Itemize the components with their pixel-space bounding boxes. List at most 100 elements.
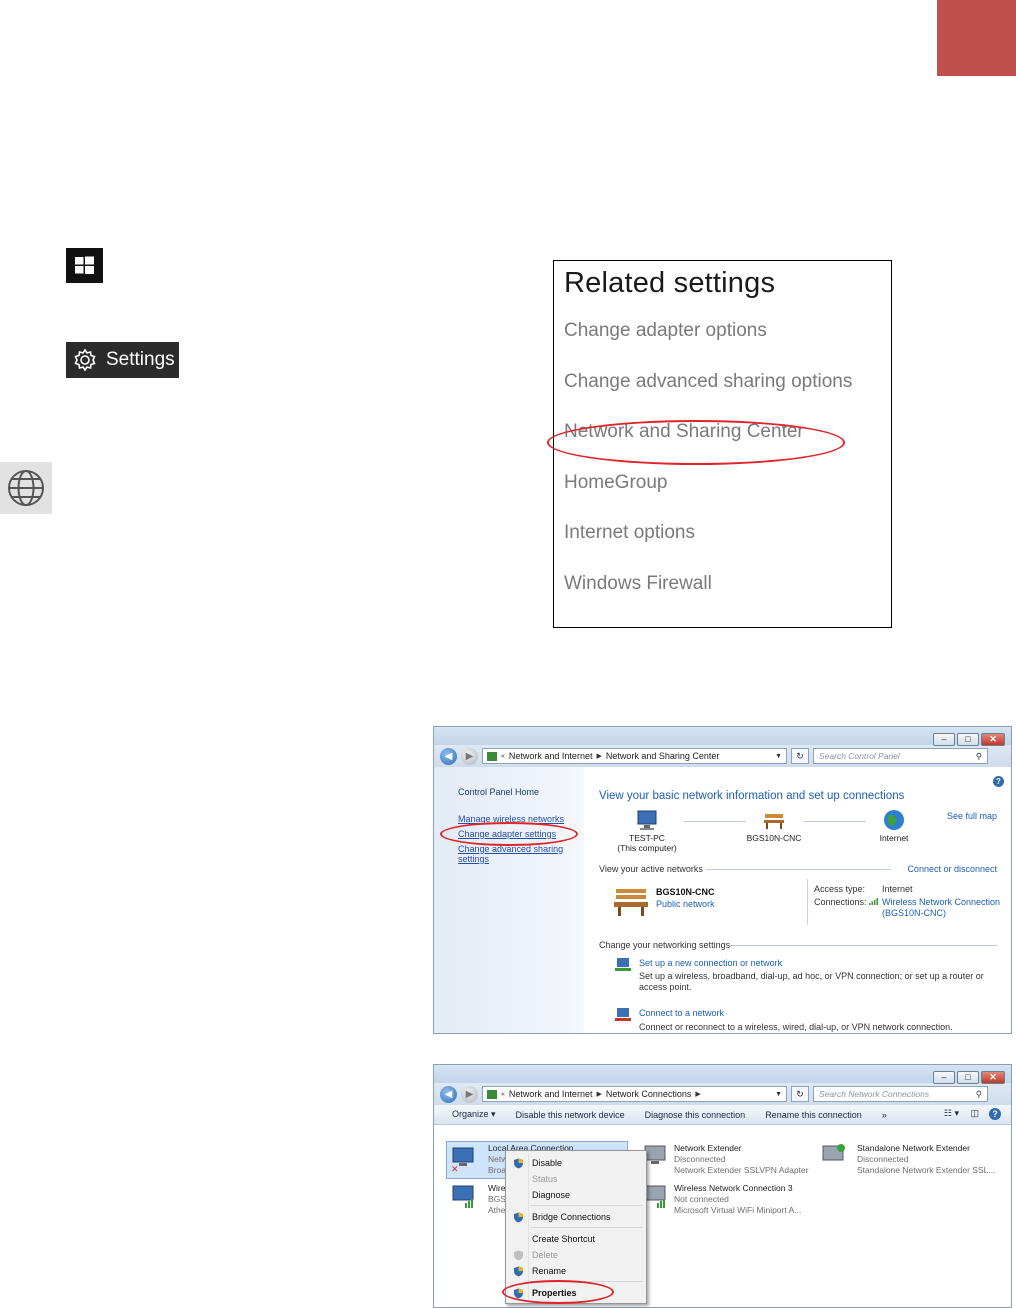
shield-icon xyxy=(514,1250,523,1261)
view-options-icon[interactable]: ☷ ▾ xyxy=(944,1108,959,1119)
sidebar-item-advanced-sharing[interactable]: Change advanced sharing settings xyxy=(458,844,568,864)
chevron-down-icon[interactable]: ▼ xyxy=(775,753,782,760)
preview-pane-icon[interactable]: ◫ xyxy=(970,1108,979,1119)
help-icon[interactable]: ? xyxy=(989,1108,1001,1120)
windows-logo-icon[interactable] xyxy=(66,248,103,283)
address-bar[interactable]: « Network and Internet ▶ Network and Sha… xyxy=(482,748,787,764)
help-icon[interactable]: ? xyxy=(993,776,1004,787)
breadcrumb-item[interactable]: Network Connections xyxy=(606,1089,692,1099)
search-input[interactable]: Search Control Panel ⚲ xyxy=(813,748,988,764)
active-networks-label: View your active networks xyxy=(599,864,703,874)
computer-icon: ✕ xyxy=(451,1147,474,1173)
minimize-button[interactable]: – xyxy=(933,733,955,746)
map-node-computer: TEST-PC (This computer) xyxy=(612,809,682,853)
close-button[interactable]: ✕ xyxy=(981,1071,1005,1084)
refresh-button[interactable]: ↻ xyxy=(791,748,809,764)
menu-item-bridge[interactable]: Bridge Connections xyxy=(532,1212,611,1222)
command-bar: Organize ▾ Disable this network device D… xyxy=(434,1105,1011,1125)
signal-bars-icon xyxy=(869,897,879,905)
connect-network-link[interactable]: Connect to a network xyxy=(639,1008,724,1018)
wireless-connection-link[interactable]: Wireless Network Connection (BGS10N-CNC) xyxy=(882,897,1002,919)
connection-wireless-3[interactable]: Wireless Network Connection 3 Not connec… xyxy=(674,1183,854,1216)
address-row: ◀ ▶ « Network and Internet ▶ Network and… xyxy=(434,745,1011,767)
address-bar[interactable]: « Network and Internet ▶ Network Connect… xyxy=(482,1086,787,1102)
context-menu: Disable Status Diagnose Bridge Connectio… xyxy=(505,1150,647,1304)
disable-device-button[interactable]: Disable this network device xyxy=(516,1110,625,1120)
menu-item-create-shortcut[interactable]: Create Shortcut xyxy=(532,1234,595,1244)
shield-icon xyxy=(514,1212,523,1223)
connect-disconnect-link[interactable]: Connect or disconnect xyxy=(907,864,997,874)
menu-item-status[interactable]: Status xyxy=(532,1174,558,1184)
breadcrumb-item[interactable]: Network and Internet xyxy=(509,1089,593,1099)
menu-item-diagnose[interactable]: Diagnose xyxy=(532,1190,570,1200)
search-input[interactable]: Search Network Connections ⚲ xyxy=(813,1086,988,1102)
related-settings-title: Related settings xyxy=(564,267,776,299)
diagnose-button[interactable]: Diagnose this connection xyxy=(645,1110,746,1120)
sidebar-item-home[interactable]: Control Panel Home xyxy=(458,787,584,797)
computer-icon xyxy=(637,810,657,830)
back-button[interactable]: ◀ xyxy=(440,747,457,765)
back-button[interactable]: ◀ xyxy=(440,1085,457,1103)
refresh-button[interactable]: ↻ xyxy=(791,1086,809,1102)
link-network-and-sharing-center[interactable]: Network and Sharing Center xyxy=(564,416,891,467)
breadcrumb-item[interactable]: Network and Sharing Center xyxy=(606,751,720,761)
address-row: ◀ ▶ « Network and Internet ▶ Network Con… xyxy=(434,1083,1011,1105)
gear-icon xyxy=(74,348,96,372)
forward-button[interactable]: ▶ xyxy=(461,747,478,765)
menu-item-rename[interactable]: Rename xyxy=(532,1266,566,1276)
shield-icon xyxy=(514,1266,523,1277)
link-change-advanced-sharing-options[interactable]: Change advanced sharing options xyxy=(564,366,891,417)
network-name: BGS10N-CNC xyxy=(656,887,715,897)
connections-label: Connections: xyxy=(814,897,867,907)
page-heading: View your basic network information and … xyxy=(599,790,905,802)
connect-network-icon xyxy=(615,1008,631,1021)
map-node-internet: Internet xyxy=(869,809,919,843)
menu-item-delete[interactable]: Delete xyxy=(532,1250,558,1260)
network-tile[interactable] xyxy=(0,462,52,514)
globe-icon xyxy=(884,810,904,830)
see-full-map-link[interactable]: See full map xyxy=(947,811,997,821)
title-bar: – □ ✕ xyxy=(434,727,1011,746)
shield-icon xyxy=(514,1158,523,1169)
access-type-label: Access type: xyxy=(814,884,866,894)
link-windows-firewall[interactable]: Windows Firewall xyxy=(564,568,891,619)
globe-icon xyxy=(8,470,44,506)
svg-text:✕: ✕ xyxy=(451,1165,459,1173)
chevron-down-icon[interactable]: ▼ xyxy=(775,1091,782,1098)
close-button[interactable]: ✕ xyxy=(981,733,1005,746)
settings-button[interactable]: Settings xyxy=(66,342,179,378)
link-homegroup[interactable]: HomeGroup xyxy=(564,467,891,518)
more-commands-button[interactable]: » xyxy=(882,1110,887,1120)
network-setup-icon xyxy=(615,958,631,971)
maximize-button[interactable]: □ xyxy=(957,733,979,746)
access-type-value: Internet xyxy=(882,884,913,894)
link-internet-options[interactable]: Internet options xyxy=(564,517,891,568)
sharing-center-window: – □ ✕ ◀ ▶ « Network and Internet ▶ Netwo… xyxy=(433,726,1012,1034)
minimize-button[interactable]: – xyxy=(933,1071,955,1084)
menu-item-disable[interactable]: Disable xyxy=(532,1158,562,1168)
forward-button[interactable]: ▶ xyxy=(461,1085,478,1103)
map-node-network: BGS10N-CNC xyxy=(734,809,814,843)
organize-menu[interactable]: Organize ▾ xyxy=(452,1109,496,1120)
related-settings-panel: Related settings Change adapter options … xyxy=(553,260,892,628)
folder-icon xyxy=(487,751,497,761)
setup-connection-link[interactable]: Set up a new connection or network xyxy=(639,958,782,968)
setup-connection-desc: Set up a wireless, broadband, dial-up, a… xyxy=(639,971,984,992)
search-icon: ⚲ xyxy=(975,751,982,761)
search-icon: ⚲ xyxy=(975,1089,982,1099)
maximize-button[interactable]: □ xyxy=(957,1071,979,1084)
bench-icon xyxy=(764,814,784,829)
rename-button[interactable]: Rename this connection xyxy=(765,1110,862,1120)
title-bar: – □ ✕ xyxy=(434,1065,1011,1084)
network-type-link[interactable]: Public network xyxy=(656,899,715,909)
menu-item-properties[interactable]: Properties xyxy=(532,1288,577,1298)
link-change-adapter-options[interactable]: Change adapter options xyxy=(564,315,891,366)
sidebar: Control Panel Home Manage wireless netwo… xyxy=(434,767,584,1033)
bench-icon xyxy=(614,889,648,916)
accent-tab xyxy=(937,0,1016,76)
connection-standalone-extender[interactable]: Standalone Network Extender Disconnected… xyxy=(857,1143,1011,1176)
breadcrumb-item[interactable]: Network and Internet xyxy=(509,751,593,761)
sidebar-item-change-adapter[interactable]: Change adapter settings xyxy=(458,829,584,839)
shield-icon xyxy=(514,1288,523,1299)
sidebar-item-manage-wireless[interactable]: Manage wireless networks xyxy=(458,814,584,824)
